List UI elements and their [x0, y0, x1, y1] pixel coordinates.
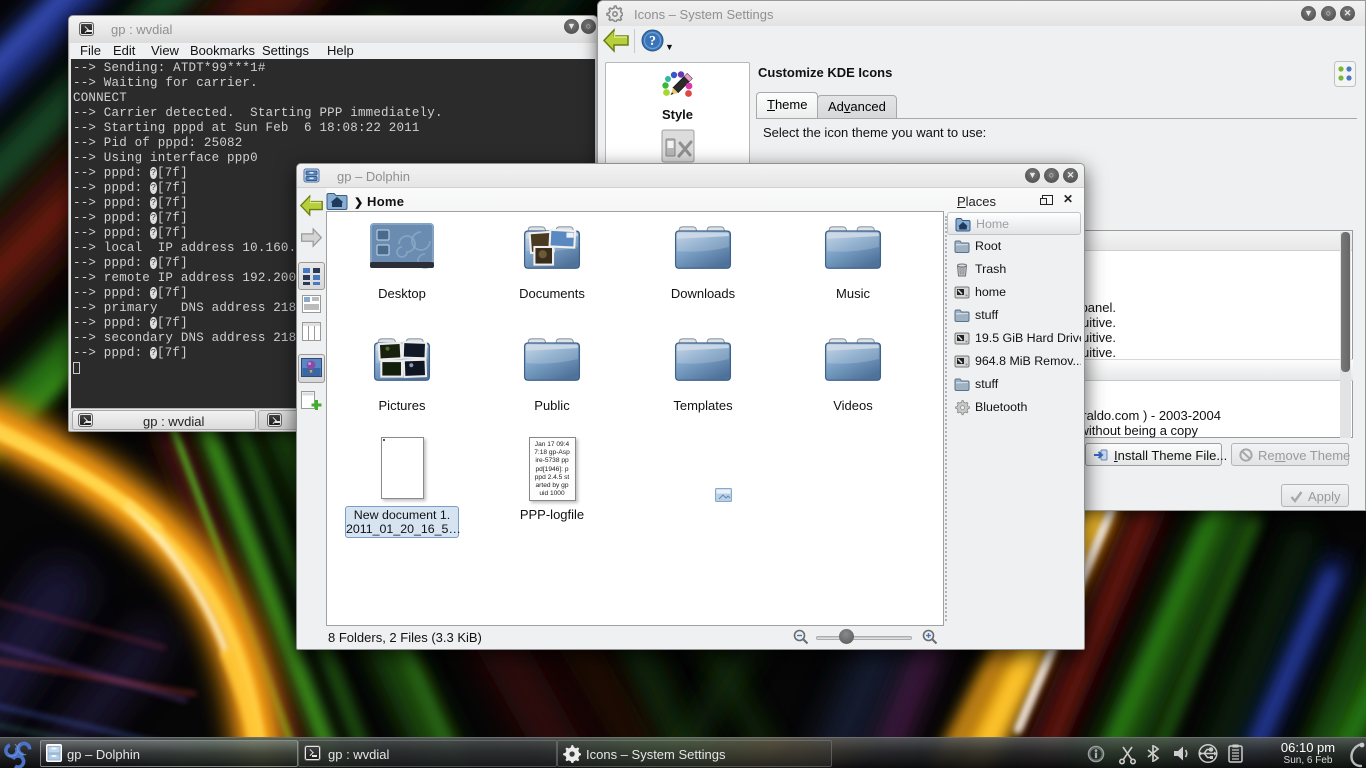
- svg-text:?: ?: [649, 34, 656, 49]
